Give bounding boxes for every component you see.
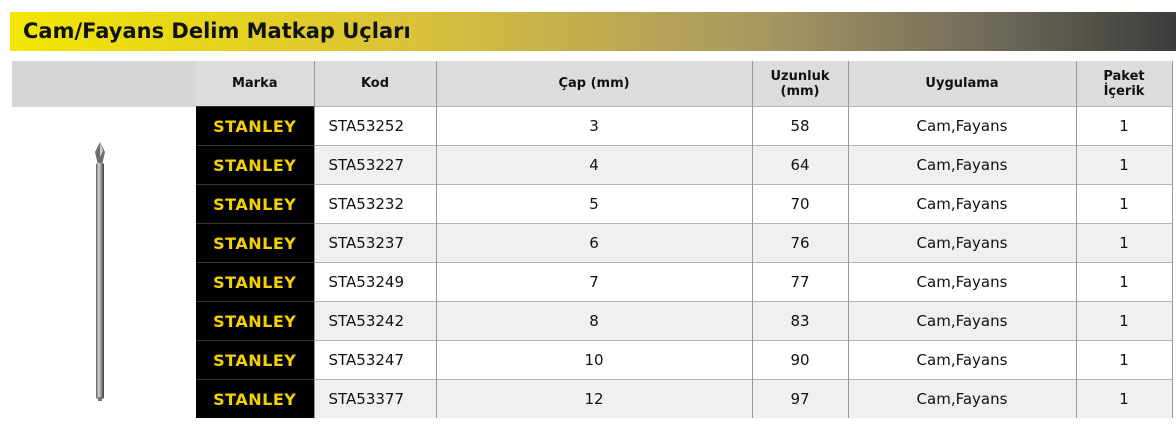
length-cell: 97 [752,379,849,418]
code-cell: STA53377 [314,379,437,418]
table-header-row: Marka Kod Çap (mm) Uzunluk (mm) Uygulama … [12,61,1173,107]
code-cell: STA53237 [314,223,437,263]
brand-logo-cell: STANLEY [196,145,315,185]
pack-cell: 1 [1076,145,1173,185]
application-cell: Cam,Fayans [848,262,1077,302]
header-code: Kod [314,61,437,107]
pack-cell: 1 [1076,184,1173,224]
header-length: Uzunluk (mm) [752,61,849,107]
length-cell: 76 [752,223,849,263]
stanley-logo: STANLEY [213,116,297,136]
stanley-logo: STANLEY [213,155,297,175]
length-cell: 58 [752,106,849,146]
pack-cell: 1 [1076,106,1173,146]
product-image-cell [12,107,196,422]
diameter-cell: 7 [436,262,753,302]
header-pack-line1: Paket [1103,68,1145,84]
brand-logo-cell: STANLEY [196,262,315,302]
brand-logo-cell: STANLEY [196,301,315,341]
application-cell: Cam,Fayans [848,340,1077,380]
header-length-line2: (mm) [780,83,820,99]
code-cell: STA53242 [314,301,437,341]
code-cell: STA53247 [314,340,437,380]
pack-cell: 1 [1076,301,1173,341]
diameter-cell: 10 [436,340,753,380]
header-pack-line2: İçerik [1103,83,1145,99]
stanley-logo: STANLEY [213,311,297,331]
page-title: Cam/Fayans Delim Matkap Uçları [23,19,411,43]
length-cell: 83 [752,301,849,341]
brand-logo-cell: STANLEY [196,340,315,380]
diameter-cell: 8 [436,301,753,341]
diameter-cell: 3 [436,106,753,146]
code-cell: STA53232 [314,184,437,224]
brand-logo-cell: STANLEY [196,106,315,146]
pack-cell: 1 [1076,223,1173,263]
title-bar: Cam/Fayans Delim Matkap Uçları [10,12,1176,51]
stanley-logo: STANLEY [213,233,297,253]
pack-cell: 1 [1076,379,1173,418]
header-diameter: Çap (mm) [436,61,753,107]
diameter-cell: 6 [436,223,753,263]
code-cell: STA53227 [314,145,437,185]
code-cell: STA53252 [314,106,437,146]
application-cell: Cam,Fayans [848,223,1077,263]
brand-logo-cell: STANLEY [196,379,315,418]
application-cell: Cam,Fayans [848,184,1077,224]
header-pack: Paket İçerik [1076,61,1173,107]
diameter-cell: 12 [436,379,753,418]
length-cell: 77 [752,262,849,302]
header-brand: Marka [196,61,315,107]
header-application: Uygulama [848,61,1077,107]
length-cell: 90 [752,340,849,380]
pack-cell: 1 [1076,262,1173,302]
pack-cell: 1 [1076,340,1173,380]
stanley-logo: STANLEY [213,272,297,292]
stanley-logo: STANLEY [213,350,297,370]
application-cell: Cam,Fayans [848,145,1077,185]
brand-logo-cell: STANLEY [196,223,315,263]
application-cell: Cam,Fayans [848,379,1077,418]
brand-logo-cell: STANLEY [196,184,315,224]
application-cell: Cam,Fayans [848,301,1077,341]
header-image-column [12,61,196,107]
header-length-line1: Uzunluk [770,68,830,84]
drill-bit-image [95,142,105,401]
length-cell: 64 [752,145,849,185]
diameter-cell: 5 [436,184,753,224]
stanley-logo: STANLEY [213,389,297,409]
length-cell: 70 [752,184,849,224]
stanley-logo: STANLEY [213,194,297,214]
diameter-cell: 4 [436,145,753,185]
code-cell: STA53249 [314,262,437,302]
application-cell: Cam,Fayans [848,106,1077,146]
